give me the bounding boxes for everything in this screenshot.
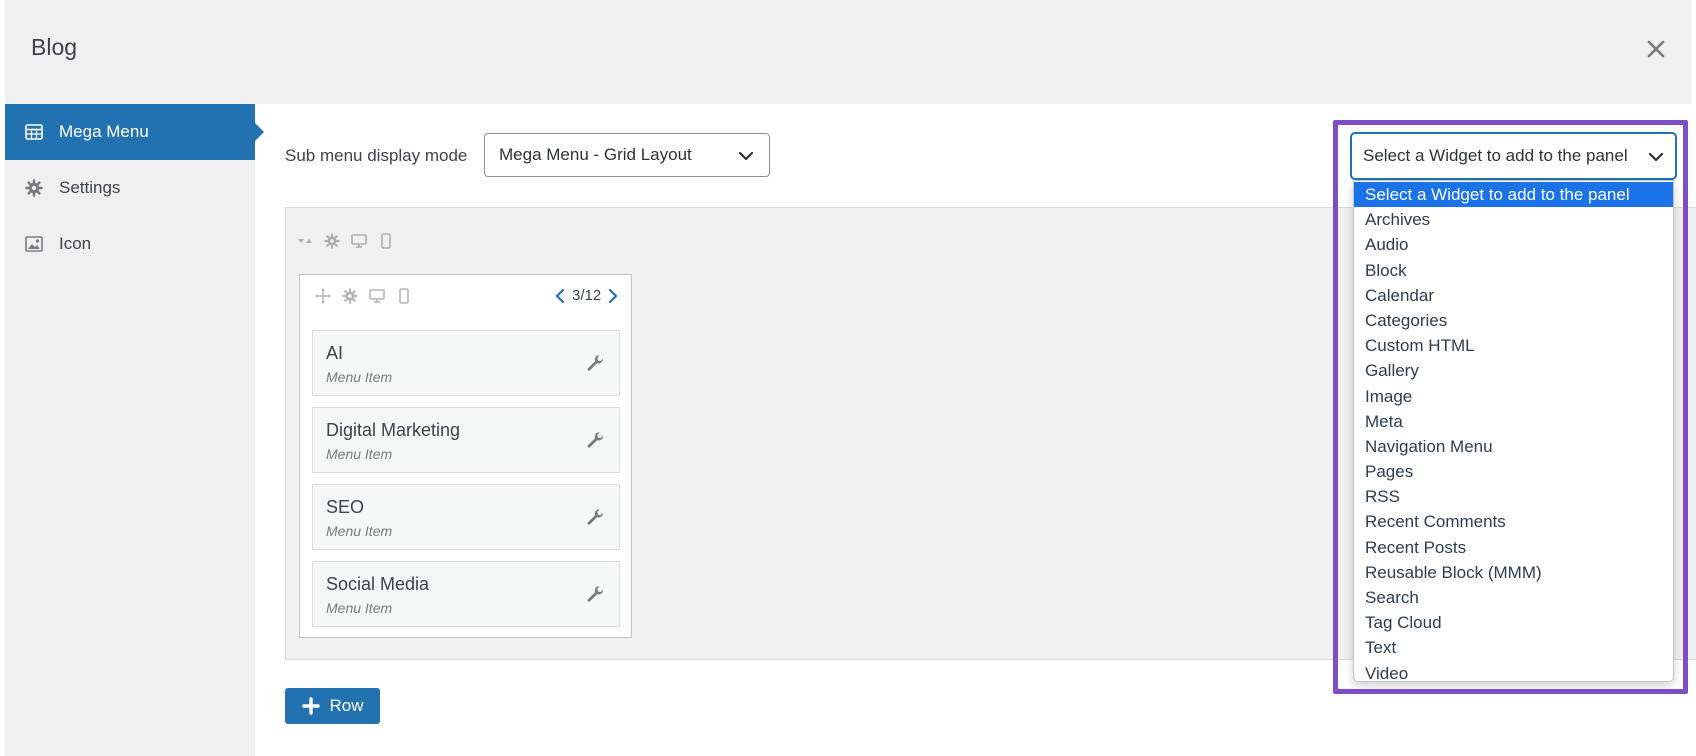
chevron-down-icon	[738, 151, 754, 161]
move-icon[interactable]	[314, 287, 331, 304]
menu-item-type: Menu Item	[326, 446, 393, 462]
widget-option[interactable]: Video	[1354, 661, 1673, 686]
menu-item-card[interactable]: Social Media Menu Item	[312, 561, 620, 627]
modal-title: Blog	[31, 34, 78, 60]
table-icon	[23, 121, 45, 143]
chevron-left-icon[interactable]	[554, 288, 566, 304]
chevron-down-icon	[1648, 152, 1664, 162]
sidebar-item-label: Settings	[59, 178, 121, 197]
menu-item-card[interactable]: Digital Marketing Menu Item	[312, 407, 620, 473]
display-mode-label: Sub menu display mode	[285, 146, 468, 165]
menu-item-type: Menu Item	[326, 600, 393, 616]
menu-item-card[interactable]: SEO Menu Item	[312, 484, 620, 550]
column-settings-gear-icon[interactable]	[341, 287, 358, 304]
modal-header: Blog	[5, 0, 1691, 104]
sidebar-item-label: Mega Menu	[59, 122, 149, 141]
widget-option[interactable]: Calendar	[1354, 283, 1673, 308]
widget-option[interactable]: Meta	[1354, 409, 1673, 434]
widget-option[interactable]: Select a Widget to add to the panel	[1354, 182, 1673, 208]
chevron-right-icon[interactable]	[607, 288, 619, 304]
widget-option[interactable]: RSS	[1354, 484, 1673, 509]
widget-option[interactable]: Navigation Menu	[1354, 434, 1673, 459]
menu-item-type: Menu Item	[326, 369, 393, 385]
widget-option[interactable]: Custom HTML	[1354, 333, 1673, 358]
column-span-nav: 3/12	[554, 287, 619, 304]
menu-item-title: Social Media	[326, 574, 430, 594]
column-mobile-icon[interactable]	[395, 287, 412, 304]
row-collapse-icon[interactable]	[296, 232, 313, 249]
widget-option[interactable]: Pages	[1354, 459, 1673, 484]
row-toolbar	[296, 232, 394, 249]
widget-option[interactable]: Image	[1354, 384, 1673, 409]
gear-icon	[23, 177, 45, 199]
row-mobile-icon[interactable]	[377, 232, 394, 249]
plus-icon	[302, 697, 321, 715]
widget-option[interactable]: Gallery	[1354, 358, 1673, 383]
widget-option[interactable]: Audio	[1354, 232, 1673, 257]
widget-select[interactable]: Select a Widget to add to the panel	[1351, 133, 1676, 179]
sidebar-item-icon[interactable]: Icon	[5, 216, 255, 272]
wrench-icon[interactable]	[585, 584, 605, 604]
widget-option[interactable]: Categories	[1354, 308, 1673, 333]
close-icon	[1647, 40, 1665, 58]
display-mode-select[interactable]: Mega Menu - Grid Layout	[484, 133, 770, 177]
column-toolbar	[314, 287, 412, 304]
widget-option[interactable]: Archives	[1354, 207, 1673, 232]
display-mode-value: Mega Menu - Grid Layout	[499, 145, 692, 164]
sidebar-item-mega-menu[interactable]: Mega Menu	[5, 104, 264, 160]
column-desktop-icon[interactable]	[368, 287, 385, 304]
widget-option[interactable]: Recent Posts	[1354, 535, 1673, 560]
menu-item-title: AI	[326, 343, 344, 363]
add-row-label: Row	[329, 696, 364, 715]
wrench-icon[interactable]	[585, 507, 605, 527]
column-span-value: 3/12	[572, 287, 602, 304]
wrench-icon[interactable]	[585, 430, 605, 450]
widget-option[interactable]: Search	[1354, 585, 1673, 610]
sidebar-item-label: Icon	[59, 234, 92, 253]
menu-item-card[interactable]: AI Menu Item	[312, 330, 620, 396]
widget-option[interactable]: Recent Comments	[1354, 509, 1673, 534]
image-icon	[23, 233, 45, 255]
menu-item-type: Menu Item	[326, 523, 393, 539]
widget-dropdown-list: Select a Widget to add to the panel Arch…	[1353, 180, 1674, 683]
widget-option[interactable]: Text	[1354, 635, 1673, 660]
close-button[interactable]	[1641, 34, 1671, 64]
widget-option[interactable]: Reusable Block (MMM)	[1354, 560, 1673, 585]
widget-option[interactable]: Block	[1354, 258, 1673, 283]
wrench-icon[interactable]	[585, 353, 605, 373]
menu-item-title: Digital Marketing	[326, 420, 461, 440]
widget-select-value: Select a Widget to add to the panel	[1363, 146, 1628, 165]
row-settings-gear-icon[interactable]	[323, 232, 340, 249]
add-row-button[interactable]: Row	[285, 688, 380, 724]
menu-item-title: SEO	[326, 497, 365, 517]
row-desktop-icon[interactable]	[350, 232, 367, 249]
sidebar-item-settings[interactable]: Settings	[5, 160, 255, 216]
sidebar: Mega Menu Settings Icon	[5, 104, 264, 756]
widget-option[interactable]: Tag Cloud	[1354, 610, 1673, 635]
